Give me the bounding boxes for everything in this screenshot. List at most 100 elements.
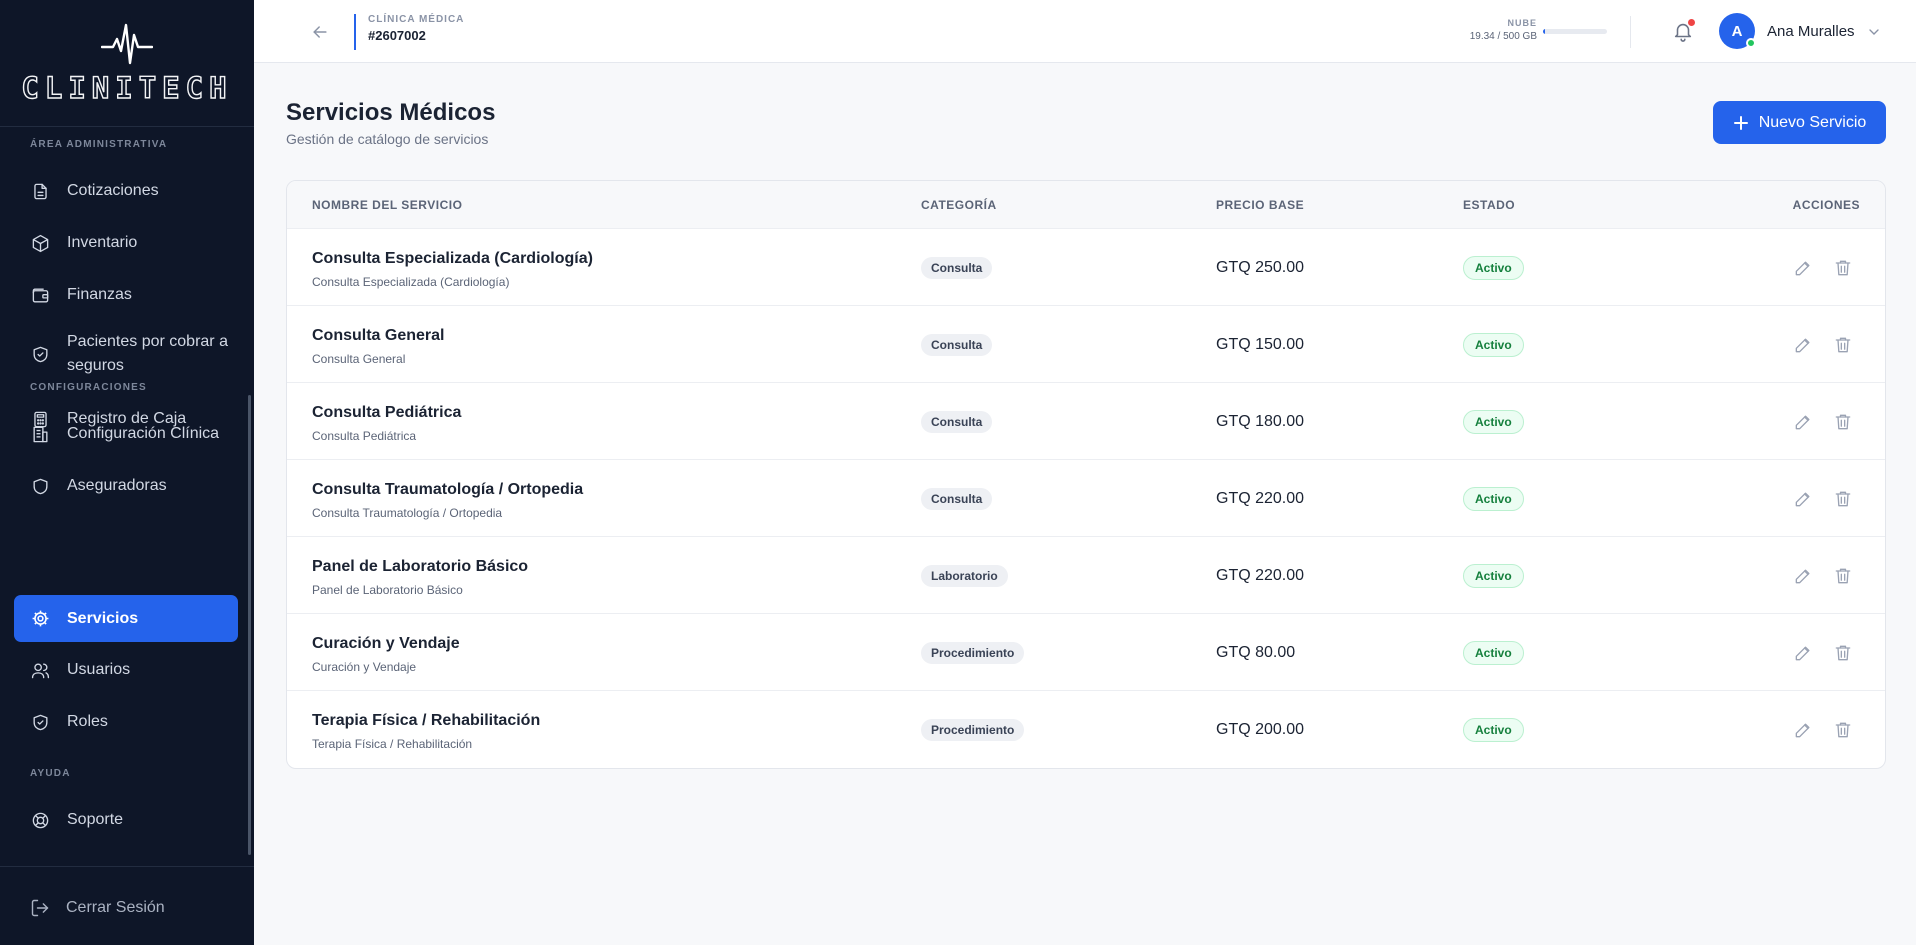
gear-icon	[30, 609, 50, 629]
status-badge: Activo	[1463, 487, 1524, 511]
edit-icon[interactable]	[1793, 566, 1813, 586]
brand[interactable]: CLINITECH	[0, 0, 254, 127]
edit-icon[interactable]	[1793, 643, 1813, 663]
table-row[interactable]: Consulta Especializada (Cardiología) Cons…	[287, 229, 1885, 306]
table-row[interactable]: Terapia Física / Rehabilitación Terapia F…	[287, 691, 1885, 768]
trash-icon[interactable]	[1833, 489, 1853, 509]
trash-icon[interactable]	[1833, 643, 1853, 663]
users-icon	[30, 660, 50, 680]
sidebar-item-label: Aseguradoras	[67, 477, 167, 494]
section-label-administrativa: ÁREA ADMINISTRATIVA	[30, 139, 168, 150]
trash-icon[interactable]	[1833, 412, 1853, 432]
service-name: Consulta Especializada (Cardiología)	[312, 250, 593, 267]
document-icon	[30, 181, 50, 201]
sidebar-item-label: Usuarios	[67, 661, 131, 678]
clinic-info: CLÍNICA MÉDICA #2607002	[354, 14, 464, 50]
sidebar-item-label: Servicios	[67, 609, 139, 627]
sidebar-item-aseguradoras[interactable]: Aseguradoras	[14, 462, 238, 510]
sidebar-item-label: Soporte	[67, 811, 124, 828]
category-badge: Consulta	[921, 257, 993, 279]
chevron-down-icon[interactable]	[1866, 24, 1882, 40]
category-badge: Laboratorio	[921, 565, 1008, 587]
logout-label: Cerrar Sesión	[66, 899, 165, 916]
table-row[interactable]: Consulta Traumatología / Ortopedia Consul…	[287, 460, 1885, 537]
service-description: Terapia Física / Rehabilitación	[312, 737, 473, 751]
trash-icon[interactable]	[1833, 258, 1853, 278]
sidebar-item-cotizaciones[interactable]: Cotizaciones	[14, 167, 238, 215]
heartbeat-icon	[101, 23, 153, 65]
edit-icon[interactable]	[1793, 335, 1813, 355]
sidebar-item-roles[interactable]: Roles	[14, 698, 238, 746]
service-name: Consulta General	[312, 327, 445, 344]
category-badge: Consulta	[921, 411, 993, 433]
notification-dot	[1688, 19, 1695, 26]
back-arrow-icon[interactable]	[310, 22, 330, 42]
building-icon	[30, 424, 50, 444]
cloud-usage-bar	[1543, 29, 1607, 34]
status-badge: Activo	[1463, 718, 1524, 742]
services-table: NOMBRE DEL SERVICIO CATEGORÍA PRECIO BAS…	[286, 180, 1886, 769]
section-label-ayuda: AYUDA	[30, 768, 71, 779]
service-price: GTQ 250.00	[1216, 259, 1305, 276]
service-description: Consulta General	[312, 352, 406, 366]
service-description: Consulta Traumatología / Ortopedia	[312, 506, 503, 520]
section-label-configuraciones: CONFIGURACIONES	[30, 382, 147, 393]
page-title: Servicios Médicos	[286, 99, 496, 126]
sidebar: CLINITECH ÁREA ADMINISTRATIVA Cotizacion…	[0, 0, 254, 945]
sidebar-item-label: Inventario	[67, 234, 138, 251]
column-header-price: PRECIO BASE	[1216, 198, 1305, 212]
trash-icon[interactable]	[1833, 720, 1853, 740]
trash-icon[interactable]	[1833, 335, 1853, 355]
service-name: Consulta Pediátrica	[312, 404, 462, 421]
lifebuoy-icon	[30, 810, 50, 830]
edit-icon[interactable]	[1793, 412, 1813, 432]
sidebar-item-usuarios[interactable]: Usuarios	[14, 646, 238, 694]
sidebar-item-label: Roles	[67, 713, 108, 730]
service-description: Panel de Laboratorio Básico	[312, 583, 463, 597]
logout-button[interactable]: Cerrar Sesión	[30, 898, 165, 918]
top-bar: CLÍNICA MÉDICA #2607002 NUBE 19.34 / 500…	[254, 0, 1916, 63]
table-row[interactable]: Panel de Laboratorio Básico Panel de Labo…	[287, 537, 1885, 614]
column-header-category: CATEGORÍA	[921, 198, 997, 212]
page-subtitle: Gestión de catálogo de servicios	[286, 131, 489, 147]
user-name[interactable]: Ana Muralles	[1767, 23, 1855, 40]
table-row[interactable]: Curación y Vendaje Curación y Vendaje Proc…	[287, 614, 1885, 691]
sidebar-item-pacientes-seguros[interactable]: Pacientes por cobrar a seguros	[14, 323, 238, 385]
sidebar-item-configuracion-clinica[interactable]: Configuración Clínica	[14, 410, 238, 458]
cloud-usage-fill	[1543, 29, 1546, 34]
sidebar-scrollbar[interactable]	[248, 395, 251, 855]
table-row[interactable]: Consulta Pediátrica Consulta Pediátrica Co…	[287, 383, 1885, 460]
category-badge: Consulta	[921, 488, 993, 510]
status-badge: Activo	[1463, 410, 1524, 434]
clinic-id: #2607002	[368, 28, 426, 43]
status-badge: Activo	[1463, 564, 1524, 588]
new-service-label: Nuevo Servicio	[1758, 113, 1867, 131]
sidebar-item-servicios[interactable]: Servicios	[14, 595, 238, 642]
service-name: Consulta Traumatología / Ortopedia	[312, 481, 584, 498]
service-description: Consulta Pediátrica	[312, 429, 417, 443]
category-badge: Procedimiento	[921, 642, 1025, 664]
service-price: GTQ 150.00	[1216, 336, 1305, 353]
sidebar-nav: ÁREA ADMINISTRATIVA Cotizaciones Inventa…	[0, 128, 254, 866]
service-price: GTQ 200.00	[1216, 721, 1305, 738]
edit-icon[interactable]	[1793, 258, 1813, 278]
sidebar-item-label-line2: seguros	[67, 357, 124, 374]
status-badge: Activo	[1463, 333, 1524, 357]
column-header-name: NOMBRE DEL SERVICIO	[312, 198, 463, 212]
cloud-storage: NUBE 19.34 / 500 GB	[1457, 18, 1537, 42]
trash-icon[interactable]	[1833, 566, 1853, 586]
cloud-usage: 19.34 / 500 GB	[1469, 31, 1537, 42]
new-service-button[interactable]: Nuevo Servicio	[1713, 101, 1886, 144]
sidebar-item-finanzas[interactable]: Finanzas	[14, 271, 238, 319]
wallet-icon	[30, 285, 50, 305]
category-badge: Procedimiento	[921, 719, 1025, 741]
sidebar-item-soporte[interactable]: Soporte	[14, 796, 238, 844]
column-header-status: ESTADO	[1463, 198, 1516, 212]
service-price: GTQ 80.00	[1216, 644, 1296, 661]
edit-icon[interactable]	[1793, 720, 1813, 740]
logout-icon	[31, 899, 49, 917]
sidebar-item-inventario[interactable]: Inventario	[14, 219, 238, 267]
edit-icon[interactable]	[1793, 489, 1813, 509]
table-row[interactable]: Consulta General Consulta General Consulta…	[287, 306, 1885, 383]
column-header-actions: ACCIONES	[1792, 198, 1860, 212]
